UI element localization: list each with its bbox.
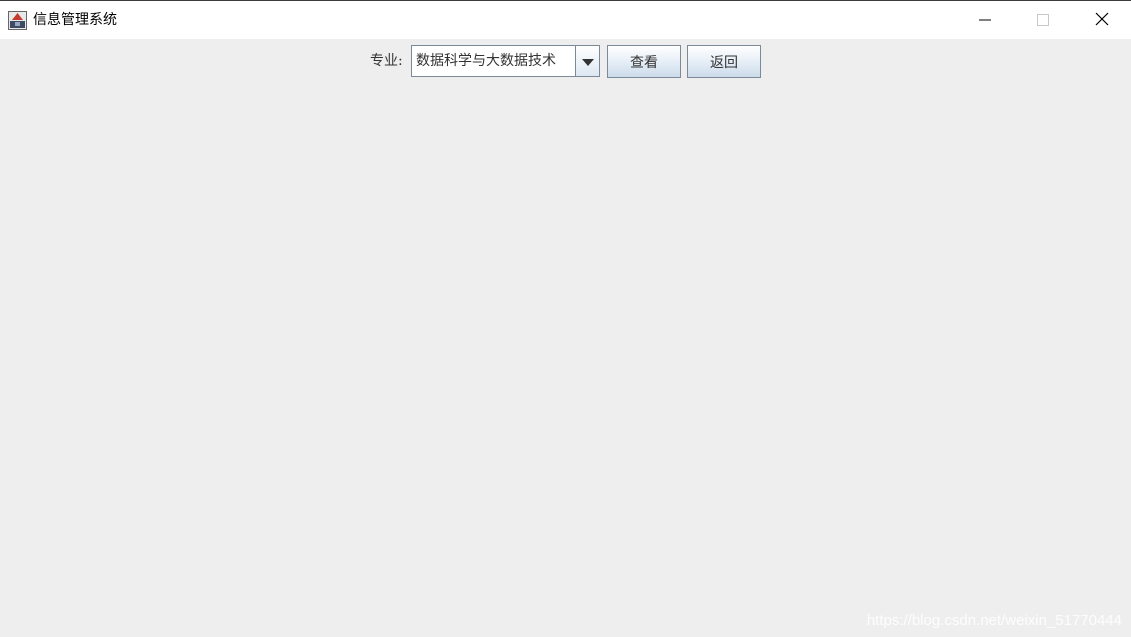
minimize-icon — [979, 11, 991, 30]
view-button[interactable]: 查看 — [607, 45, 681, 78]
close-icon — [1095, 11, 1109, 30]
window-title: 信息管理系统 — [33, 12, 117, 28]
maximize-icon — [1037, 11, 1049, 30]
major-select-toggle[interactable] — [575, 46, 599, 76]
major-select[interactable]: 数据科学与大数据技术 — [411, 45, 600, 77]
title-bar[interactable]: 信息管理系统 — [0, 0, 1131, 39]
java-app-icon — [8, 11, 27, 30]
minimize-button[interactable] — [956, 1, 1014, 39]
caret-down-icon — [581, 52, 594, 71]
query-form: 专业: 数据科学与大数据技术 查看 返回 — [0, 39, 1131, 85]
close-button[interactable] — [1073, 1, 1131, 39]
major-label: 专业: — [370, 53, 403, 69]
maximize-button[interactable] — [1014, 1, 1072, 39]
watermark: https://blog.csdn.net/weixin_51770444 — [866, 612, 1122, 629]
major-select-value: 数据科学与大数据技术 — [416, 53, 556, 69]
app-window: 信息管理系统 专业: 数据科学与大数据技术 查看 返回 https://blog… — [0, 0, 1131, 637]
back-button[interactable]: 返回 — [687, 45, 761, 78]
